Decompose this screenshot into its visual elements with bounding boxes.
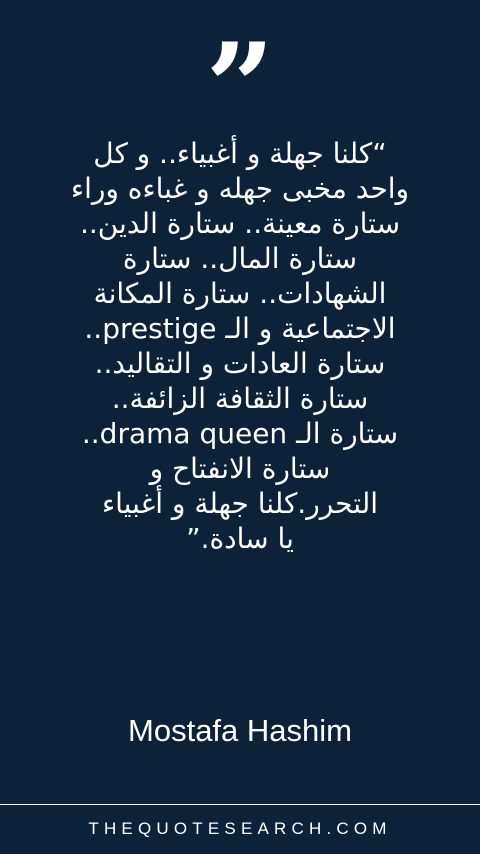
- quote-text: “كلنا جهلة و أغبياء.. و كل واحد مخبى جهل…: [70, 137, 410, 555]
- author-name: Mostafa Hashim: [128, 713, 352, 748]
- footer-divider: [0, 804, 480, 805]
- quote-mark-icon: ”: [205, 17, 275, 158]
- site-url: THEQUOTESEARCH.COM: [88, 819, 392, 838]
